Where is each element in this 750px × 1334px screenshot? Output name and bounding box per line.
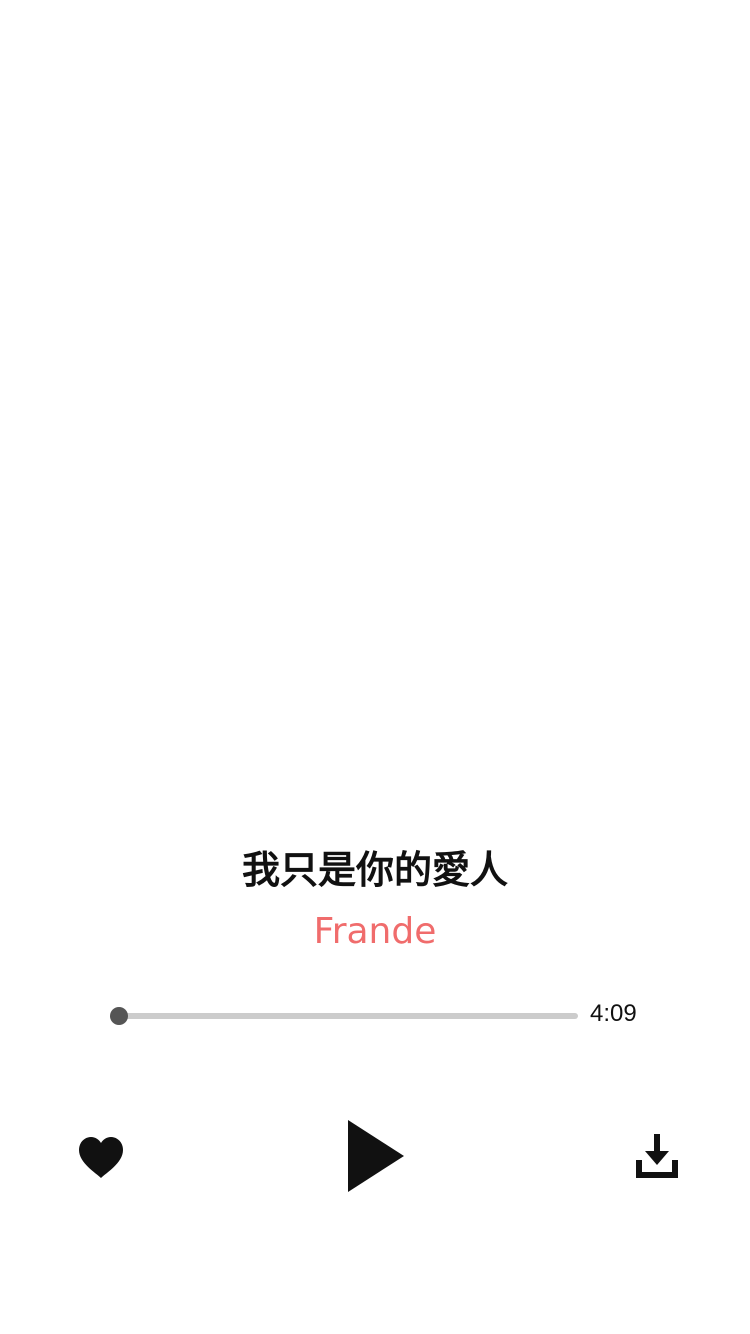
artist-name[interactable]: Frande bbox=[0, 906, 750, 958]
like-button[interactable] bbox=[78, 1136, 124, 1180]
duration-label: 4:09 bbox=[590, 1000, 637, 1027]
download-icon bbox=[636, 1134, 678, 1178]
play-icon bbox=[348, 1120, 404, 1192]
progress-slider[interactable] bbox=[110, 1003, 578, 1029]
progress-thumb[interactable] bbox=[110, 1007, 128, 1025]
song-title: 我只是你的愛人 bbox=[241, 848, 508, 892]
download-button[interactable] bbox=[634, 1134, 680, 1180]
heart-icon bbox=[79, 1137, 123, 1178]
progress-track bbox=[110, 1013, 578, 1019]
play-button[interactable] bbox=[344, 1118, 406, 1194]
